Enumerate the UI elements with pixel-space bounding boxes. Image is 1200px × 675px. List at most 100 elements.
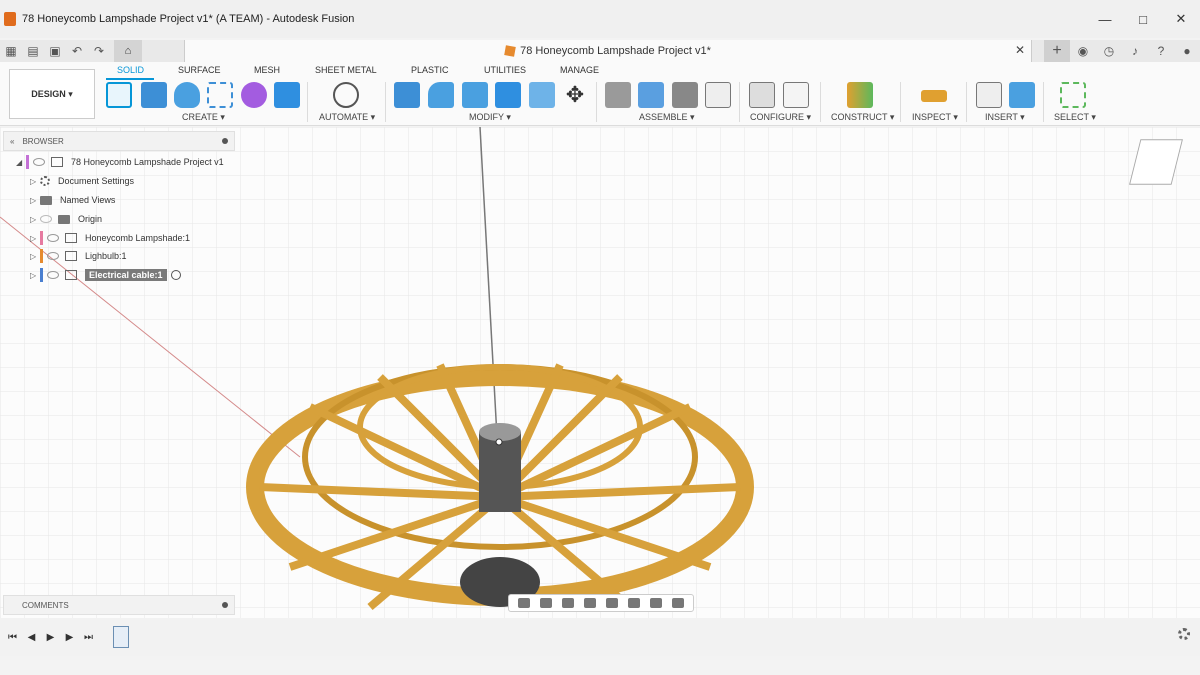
select-icon[interactable]: [1060, 82, 1086, 108]
display-settings-icon[interactable]: [628, 598, 640, 608]
group-construct[interactable]: CONSTRUCT ▾: [831, 112, 894, 123]
visibility-eye-icon[interactable]: [33, 158, 45, 166]
tab-sheet-metal[interactable]: SHEET METAL: [315, 65, 377, 75]
expand-arrow-icon[interactable]: ▷: [30, 234, 40, 243]
revolve-icon[interactable]: [174, 82, 200, 108]
minimize-button[interactable]: —: [1086, 0, 1124, 38]
automate-icon[interactable]: [333, 82, 359, 108]
visibility-eye-icon[interactable]: [47, 271, 59, 279]
timeline-last-button[interactable]: ⏭: [79, 627, 98, 647]
orbit-icon[interactable]: [518, 598, 530, 608]
browser-item-named-views[interactable]: ▷ Named Views: [30, 191, 115, 209]
group-assemble[interactable]: ASSEMBLE ▾: [639, 112, 695, 123]
chamfer-icon[interactable]: [462, 82, 488, 108]
hidden-eye-icon[interactable]: [40, 215, 52, 223]
close-tab-icon[interactable]: ✕: [1015, 43, 1025, 57]
save-icon[interactable]: ▣: [44, 40, 66, 62]
visibility-eye-icon[interactable]: [47, 252, 59, 260]
browser-item-origin[interactable]: ▷ Origin: [30, 210, 102, 228]
collapse-browser-icon[interactable]: «: [10, 137, 14, 146]
tab-surface[interactable]: SURFACE: [178, 65, 221, 75]
timeline-feature-marker[interactable]: [113, 626, 129, 648]
new-tab-icon[interactable]: +: [1044, 40, 1070, 62]
tab-utilities[interactable]: UTILITIES: [484, 65, 526, 75]
press-pull-icon[interactable]: [394, 82, 420, 108]
group-configure[interactable]: CONFIGURE ▾: [750, 112, 811, 123]
job-status-icon[interactable]: ◷: [1096, 40, 1122, 62]
extensions-icon[interactable]: ◉: [1070, 40, 1096, 62]
fit-icon[interactable]: [606, 598, 618, 608]
help-icon[interactable]: ?: [1148, 40, 1174, 62]
move-icon[interactable]: ✥: [562, 82, 588, 108]
notifications-icon[interactable]: ♪: [1122, 40, 1148, 62]
file-menu-icon[interactable]: ▤: [22, 40, 44, 62]
browser-item-lighbulb[interactable]: ▷ Lighbulb:1: [30, 247, 127, 265]
canvas-viewport[interactable]: [0, 127, 1200, 618]
hole-icon[interactable]: [207, 82, 233, 108]
measure-icon[interactable]: [921, 90, 947, 102]
shell-icon[interactable]: [495, 82, 521, 108]
expand-arrow-icon[interactable]: ▷: [30, 271, 40, 280]
expand-arrow-icon[interactable]: ▷: [30, 215, 40, 224]
browser-pin-icon[interactable]: [222, 138, 228, 144]
comments-panel-header[interactable]: COMMENTS: [3, 595, 235, 615]
group-modify[interactable]: MODIFY ▾: [469, 112, 511, 123]
fillet-icon[interactable]: [428, 82, 454, 108]
expand-arrow-icon[interactable]: ▷: [30, 252, 40, 261]
joint-icon[interactable]: [638, 82, 664, 108]
browser-item-document-settings[interactable]: ▷ Document Settings: [30, 172, 134, 190]
form-icon[interactable]: [241, 82, 267, 108]
group-create[interactable]: CREATE ▾: [182, 112, 225, 123]
browser-item-honeycomb-lampshade[interactable]: ▷ Honeycomb Lampshade:1: [30, 229, 190, 247]
box-icon[interactable]: [274, 82, 300, 108]
create-sketch-icon[interactable]: [106, 82, 132, 108]
workspace-switcher[interactable]: DESIGN ▾: [9, 69, 95, 119]
group-automate[interactable]: AUTOMATE ▾: [319, 112, 375, 123]
document-tab[interactable]: 78 Honeycomb Lampshade Project v1* ✕: [184, 40, 1032, 62]
offset-plane-icon[interactable]: [847, 82, 873, 108]
configuration-table-icon[interactable]: [783, 82, 809, 108]
expand-arrow-icon[interactable]: ▷: [30, 196, 40, 205]
redo-icon[interactable]: ↷: [88, 40, 110, 62]
browser-root-item[interactable]: ◢ 78 Honeycomb Lampshade Project v1: [16, 153, 224, 171]
model-canvas[interactable]: [0, 127, 1200, 618]
browser-panel-header[interactable]: « BROWSER: [3, 131, 235, 151]
tab-manage[interactable]: MANAGE: [560, 65, 599, 75]
group-insert[interactable]: INSERT ▾: [985, 112, 1025, 123]
configure-icon[interactable]: [749, 82, 775, 108]
home-icon[interactable]: ⌂: [114, 40, 142, 62]
tab-plastic[interactable]: PLASTIC: [411, 65, 449, 75]
comments-pin-icon[interactable]: [222, 602, 228, 608]
browser-item-electrical-cable[interactable]: ▷ Electrical cable:1: [30, 266, 181, 284]
grid-settings-icon[interactable]: [650, 598, 662, 608]
extrude-icon[interactable]: [141, 82, 167, 108]
look-at-icon[interactable]: [540, 598, 552, 608]
group-select[interactable]: SELECT ▾: [1054, 112, 1096, 123]
group-inspect[interactable]: INSPECT ▾: [912, 112, 958, 123]
activate-component-icon[interactable]: [170, 270, 181, 280]
new-component-icon[interactable]: [605, 82, 631, 108]
split-body-icon[interactable]: [529, 82, 555, 108]
insert-canvas-icon[interactable]: [1009, 82, 1035, 108]
joint-origin-icon[interactable]: [705, 82, 731, 108]
pan-icon[interactable]: [562, 598, 574, 608]
timeline-first-button[interactable]: ⏮: [3, 627, 22, 647]
tab-solid[interactable]: SOLID: [117, 65, 144, 75]
as-built-joint-icon[interactable]: [672, 82, 698, 108]
viewports-icon[interactable]: [672, 598, 684, 608]
zoom-icon[interactable]: [584, 598, 596, 608]
close-window-button[interactable]: ✕: [1162, 0, 1200, 38]
undo-icon[interactable]: ↶: [66, 40, 88, 62]
timeline-settings-gear-icon[interactable]: [1178, 628, 1190, 640]
timeline-play-button[interactable]: ▶: [41, 627, 60, 647]
apps-grid-icon[interactable]: ▦: [0, 40, 22, 62]
timeline-next-button[interactable]: ▶: [60, 627, 79, 647]
visibility-eye-icon[interactable]: [47, 234, 59, 242]
maximize-button[interactable]: □: [1124, 0, 1162, 38]
collapse-arrow-icon[interactable]: ◢: [16, 158, 26, 167]
expand-arrow-icon[interactable]: ▷: [30, 177, 40, 186]
tab-mesh[interactable]: MESH: [254, 65, 280, 75]
timeline-prev-button[interactable]: ◀: [22, 627, 41, 647]
profile-avatar-icon[interactable]: ●: [1174, 40, 1200, 62]
insert-derive-icon[interactable]: [976, 82, 1002, 108]
